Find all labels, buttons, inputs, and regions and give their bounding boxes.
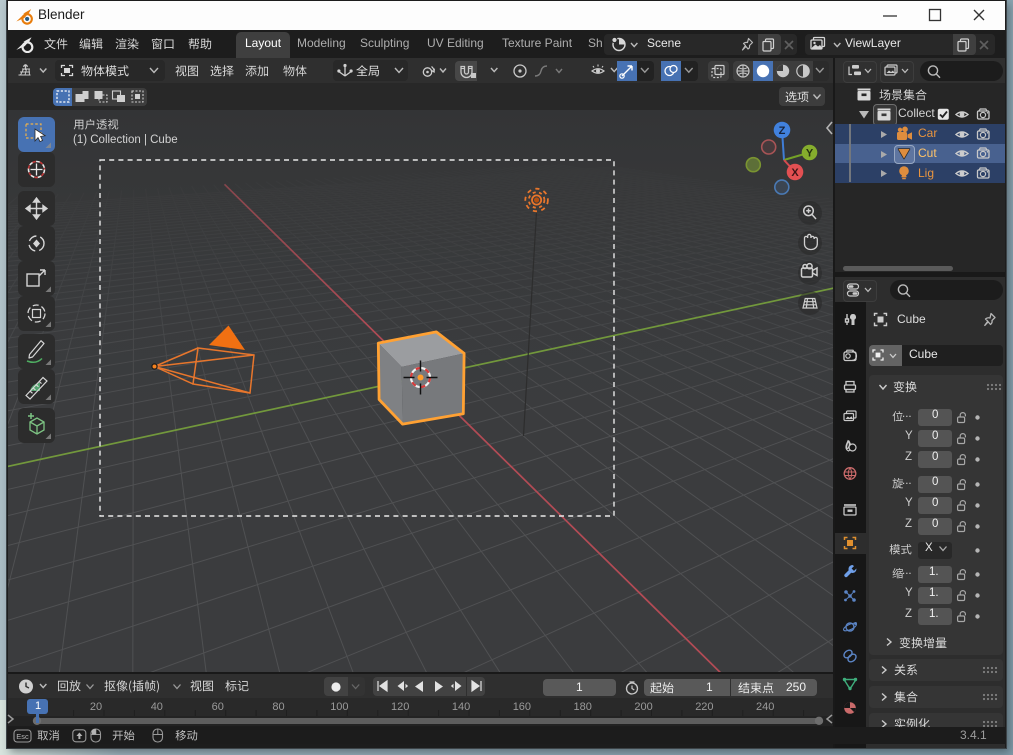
svg-text:Esc: Esc bbox=[16, 732, 29, 741]
svg-text:X: X bbox=[791, 167, 799, 179]
svg-text:Y: Y bbox=[806, 148, 814, 160]
svg-text:Z: Z bbox=[779, 125, 786, 137]
